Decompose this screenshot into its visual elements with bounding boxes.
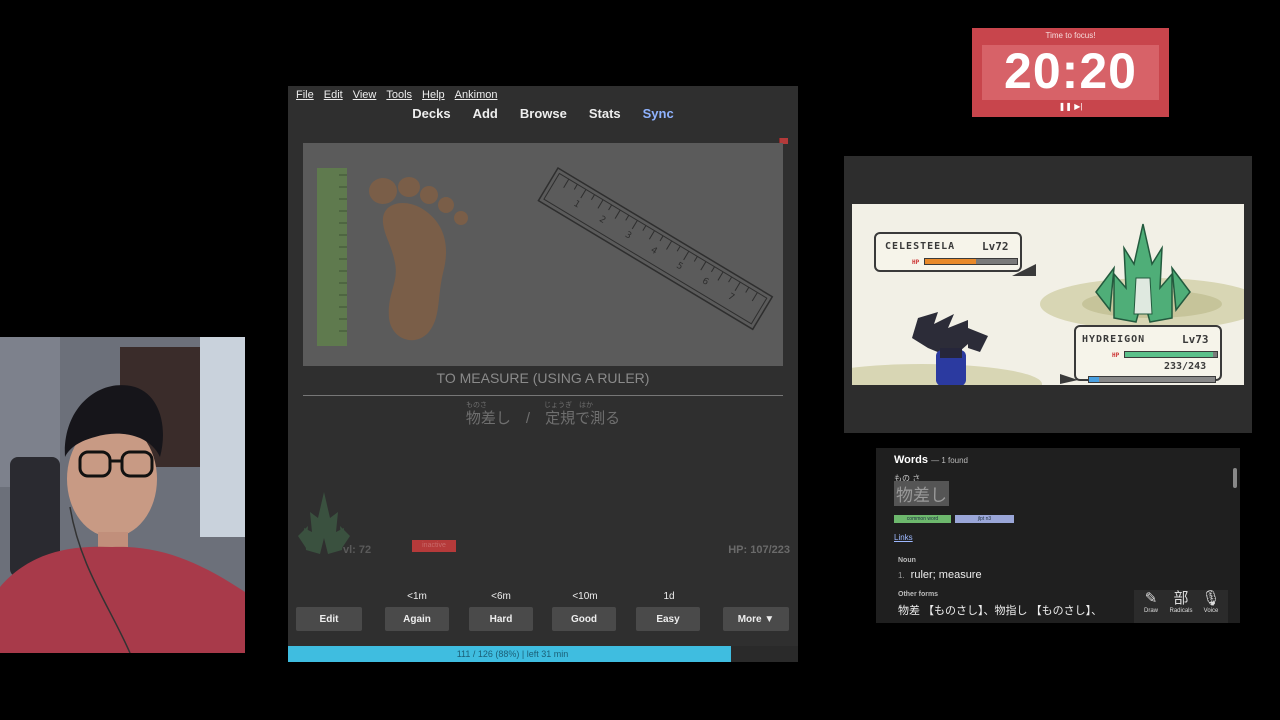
svg-text:6: 6	[700, 276, 710, 288]
ankimon-status-badge: inactive	[412, 540, 456, 552]
dictionary-panel: Words — 1 found もの さ 物差し common word jlp…	[876, 448, 1240, 623]
dict-links[interactable]: Links	[894, 533, 913, 542]
svg-text:4: 4	[649, 245, 659, 257]
player-hp-bar	[1124, 351, 1218, 358]
decks-button[interactable]: Decks	[412, 106, 450, 121]
timer-time: 20:20	[1004, 43, 1137, 99]
dict-gloss: 1. ruler; measure	[898, 569, 982, 581]
vertical-ruler-icon	[317, 168, 347, 346]
tag-common-word: common word	[894, 515, 951, 523]
timer-title: Time to focus!	[1045, 31, 1096, 40]
draw-button[interactable]: ✎ Draw	[1136, 590, 1166, 614]
pokemon-battle-scene: CELESTEELA Lv72 HP HYDREIGON Lv73 HP 233…	[852, 204, 1244, 385]
enemy-hp-label: HP	[912, 259, 920, 266]
menu-view[interactable]: View	[353, 89, 377, 101]
svg-text:5: 5	[674, 261, 684, 273]
radicals-icon: 部	[1173, 590, 1189, 607]
webcam-feed	[0, 337, 245, 653]
focus-timer: Time to focus! 20:20 ❚❚ ▶|	[972, 28, 1169, 117]
interval-hard: <6m	[491, 591, 511, 602]
gloss-text: ruler; measure	[910, 569, 982, 581]
player-hud: HYDREIGON Lv73 HP 233/243	[1074, 325, 1222, 381]
browse-button[interactable]: Browse	[520, 106, 567, 121]
player-hp-label: HP	[1112, 352, 1120, 359]
draw-label: Draw	[1143, 608, 1158, 614]
answer-intervals: <1m <6m <10m 1d	[288, 591, 798, 605]
dict-header: Words — 1 found	[894, 454, 968, 466]
dict-title: Words	[894, 454, 929, 466]
stats-button[interactable]: Stats	[589, 106, 621, 121]
radicals-label: Radicals	[1169, 608, 1193, 614]
review-progress-bar: 111 / 126 (88%) | left 31 min	[288, 646, 798, 662]
menu-file[interactable]: File	[296, 89, 314, 101]
radicals-button[interactable]: 部 Radicals	[1166, 590, 1196, 614]
card-divider	[303, 395, 783, 396]
hydreigon-sprite-icon	[912, 312, 988, 385]
celesteela-sprite-icon	[1095, 223, 1191, 323]
enemy-hud: CELESTEELA Lv72 HP	[874, 232, 1022, 272]
footprint-icon	[369, 177, 468, 341]
svg-text:1: 1	[572, 199, 582, 211]
card-meaning: TO MEASURE (USING A RULER)	[436, 370, 650, 386]
progress-text: 111 / 126 (88%) | left 31 min	[456, 649, 569, 659]
interval-good: <10m	[572, 591, 598, 602]
enemy-name: CELESTEELA	[885, 241, 956, 252]
card-japanese: 物差し / 定規で測る	[465, 410, 621, 427]
dict-other-forms-label: Other forms	[898, 591, 939, 598]
draw-icon: ✎	[1144, 590, 1158, 607]
menu-ankimon[interactable]: Ankimon	[455, 89, 498, 101]
menu-help[interactable]: Help	[422, 89, 445, 101]
interval-easy: 1d	[663, 591, 675, 602]
dict-scrollbar[interactable]	[1233, 468, 1237, 488]
player-name: HYDREIGON	[1082, 334, 1146, 345]
dict-toolbar: ✎ Draw 部 Radicals 🎙 Voice	[1134, 590, 1228, 623]
voice-button[interactable]: 🎙 Voice	[1196, 590, 1226, 614]
player-exp-bar	[1088, 376, 1216, 383]
interval-again: <1m	[407, 591, 427, 602]
easy-button[interactable]: Easy	[636, 607, 700, 631]
player-level: Lv73	[1182, 333, 1209, 346]
gloss-number: 1.	[898, 571, 905, 580]
ankimon-level: vl: 72	[343, 544, 372, 556]
menu-tools[interactable]: Tools	[386, 89, 412, 101]
good-button[interactable]: Good	[552, 607, 616, 631]
enemy-level: Lv72	[982, 240, 1009, 253]
voice-label: Voice	[1203, 608, 1219, 614]
add-button[interactable]: Add	[473, 106, 498, 121]
player-hp-text: 233/243	[1164, 361, 1207, 372]
more-button[interactable]: More ▼	[723, 607, 789, 631]
webcam-person-image	[0, 337, 245, 653]
anki-window: File Edit View Tools Help Ankimon Decks …	[288, 86, 798, 662]
again-button[interactable]: Again	[385, 607, 449, 631]
menu-bar: File Edit View Tools Help Ankimon	[288, 86, 806, 104]
edit-button[interactable]: Edit	[296, 607, 362, 631]
svg-text:7: 7	[726, 292, 736, 304]
dict-count: — 1 found	[931, 456, 969, 465]
svg-text:2: 2	[597, 215, 607, 227]
sync-button[interactable]: Sync	[643, 106, 674, 121]
enemy-hp-bar	[924, 258, 1018, 265]
menu-edit[interactable]: Edit	[324, 89, 343, 101]
hard-button[interactable]: Hard	[469, 607, 533, 631]
microphone-icon: 🎙	[1201, 590, 1221, 607]
timer-controls[interactable]: ❚❚ ▶|	[972, 102, 1169, 111]
main-toolbar: Decks Add Browse Stats Sync	[288, 106, 798, 121]
ruler-icon: 1 2 3 4 5 6 7	[537, 166, 774, 331]
dict-part-of-speech: Noun	[898, 557, 916, 564]
ankimon-hp: HP: 107/223	[728, 544, 790, 556]
card-illustration: 1 2 3 4 5 6 7	[303, 143, 783, 366]
dict-headword[interactable]: 物差し	[894, 481, 949, 506]
svg-text:3: 3	[623, 230, 633, 242]
tag-jlpt: jlpt n3	[955, 515, 1014, 523]
dict-other-forms: 物差 【ものさし】、物指し 【ものさし】、	[898, 605, 1103, 617]
